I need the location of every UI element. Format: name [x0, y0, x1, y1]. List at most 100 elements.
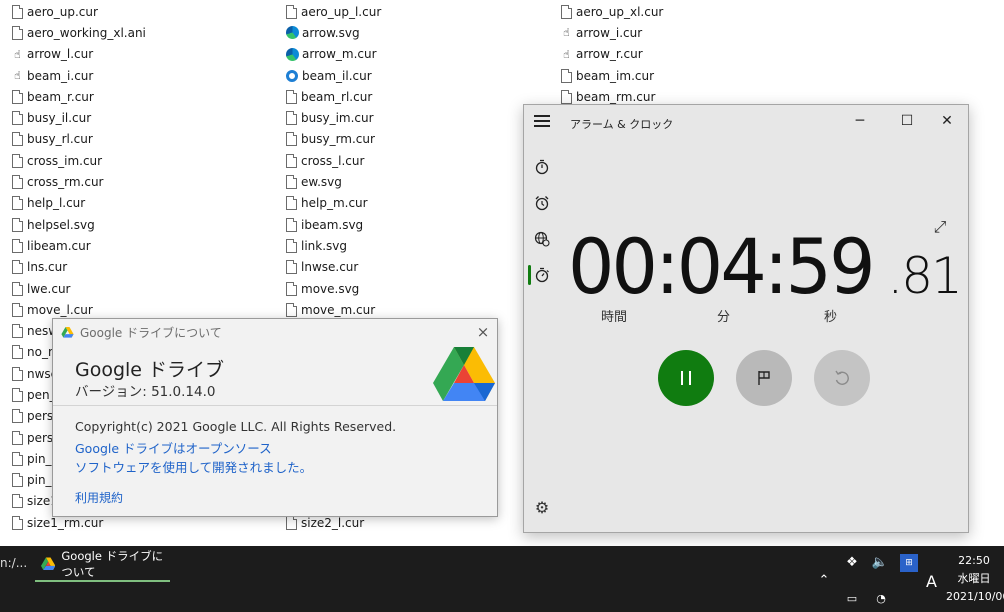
file-item[interactable]: aero_working_xl.ani	[12, 22, 146, 43]
edge-file-icon	[286, 47, 299, 61]
clock-time: 22:50	[958, 554, 990, 567]
file-item[interactable]: busy_rl.cur	[12, 129, 146, 150]
file-name: busy_im.cur	[301, 111, 374, 126]
alarms-clock-window: アラーム & クロック ─ ☐ ✕ ⤢ 00:04:59 .81 時間 分 秒 …	[523, 104, 969, 533]
file-name: cross_im.cur	[27, 153, 103, 168]
file-item[interactable]: ibeam.svg	[286, 214, 381, 235]
file-item[interactable]: cross_l.cur	[286, 150, 381, 171]
nav-timer[interactable]	[524, 149, 560, 185]
document-icon	[286, 281, 297, 296]
dialog-titlebar: Google ドライブについて	[53, 319, 497, 345]
document-icon	[12, 238, 23, 253]
file-name: beam_rl.cur	[301, 89, 373, 104]
file-item[interactable]: beam_r.cur	[12, 86, 146, 107]
file-item[interactable]: helpsel.svg	[12, 214, 146, 235]
file-item[interactable]: arrow_m.cur	[286, 44, 381, 65]
document-icon	[12, 111, 23, 126]
file-item[interactable]: cross_im.cur	[12, 150, 146, 171]
document-icon	[286, 132, 297, 147]
google-drive-logo-icon	[433, 347, 495, 401]
hamburger-menu-icon[interactable]	[534, 115, 550, 127]
app-tray-icon[interactable]: ⊞	[900, 554, 918, 572]
file-item[interactable]: help_m.cur	[286, 193, 381, 214]
stopwatch-time-main: 00:04:59	[568, 222, 876, 311]
pause-icon	[681, 371, 691, 385]
document-icon	[286, 175, 297, 190]
file-item[interactable]: lnwse.cur	[286, 257, 381, 278]
file-item[interactable]: ☝ arrow_l.cur	[12, 44, 146, 65]
file-item[interactable]: beam_im.cur	[561, 65, 663, 86]
wifi-icon[interactable]: ◔	[872, 590, 890, 608]
lap-button[interactable]	[736, 350, 792, 406]
nav-alarm[interactable]	[524, 185, 560, 221]
nav-stopwatch[interactable]	[524, 257, 560, 293]
file-item[interactable]: aero_up_xl.cur	[561, 1, 663, 22]
battery-icon[interactable]: ▭	[843, 590, 861, 608]
file-item[interactable]: move.svg	[286, 278, 381, 299]
file-item[interactable]: lwe.cur	[12, 278, 146, 299]
taskbar-item-truncated[interactable]: n:/...	[0, 556, 27, 570]
stopwatch-time-fraction: .81	[887, 247, 963, 305]
google-drive-about-dialog: Google ドライブについて × Google ドライブ バージョン: 51.…	[52, 318, 498, 517]
file-item[interactable]: beam_rl.cur	[286, 86, 381, 107]
file-item[interactable]: ☝ beam_i.cur	[12, 65, 146, 86]
document-icon	[12, 302, 23, 317]
stopwatch-icon	[535, 267, 549, 283]
close-icon[interactable]: ×	[475, 324, 491, 340]
minimize-button[interactable]: ─	[840, 109, 880, 133]
file-name: arrow.svg	[302, 25, 360, 40]
close-button[interactable]: ✕	[927, 109, 967, 133]
settings-gear-icon[interactable]: ⚙	[532, 498, 552, 518]
document-icon	[12, 196, 23, 211]
taskbar-item-google-drive[interactable]: Google ドライブについて	[35, 546, 170, 582]
clock-weekday: 水曜日	[957, 572, 991, 585]
chevron-up-icon[interactable]: ⌃	[815, 572, 833, 590]
open-source-link-line2[interactable]: ソフトウェアを使用して開発されました。	[75, 457, 312, 476]
file-name: aero_working_xl.ani	[27, 25, 146, 40]
file-name: arrow_l.cur	[27, 47, 94, 62]
terms-of-service-link[interactable]: 利用規約	[75, 489, 123, 506]
nav-world-clock[interactable]	[524, 221, 560, 257]
file-column-3: aero_up_xl.cur ☝ arrow_i.cur ☝ arrow_r.curbe…	[561, 1, 663, 107]
file-item[interactable]: arrow.svg	[286, 22, 381, 43]
document-icon	[12, 451, 23, 466]
document-icon	[286, 238, 297, 253]
document-icon	[286, 89, 297, 104]
file-item[interactable]: busy_rm.cur	[286, 129, 381, 150]
cursor-file-icon: ☝	[563, 47, 570, 61]
file-name: lns.cur	[27, 260, 68, 275]
file-item[interactable]: cross_rm.cur	[12, 171, 146, 192]
cursor-file-icon: ☝	[14, 69, 21, 83]
file-name: arrow_r.cur	[576, 47, 643, 62]
file-name: beam_r.cur	[27, 89, 94, 104]
file-item[interactable]: ☝ arrow_r.cur	[561, 44, 663, 65]
document-icon	[286, 111, 297, 126]
file-item[interactable]: lns.cur	[12, 257, 146, 278]
dropbox-icon[interactable]: ❖	[843, 554, 861, 572]
pause-button[interactable]	[658, 350, 714, 406]
file-name: aero_up.cur	[27, 4, 98, 19]
unit-minutes-label: 分	[717, 310, 731, 325]
ime-indicator[interactable]: A	[926, 572, 937, 591]
document-icon	[12, 217, 23, 232]
file-item[interactable]: link.svg	[286, 235, 381, 256]
file-name: busy_rm.cur	[301, 132, 375, 147]
file-item[interactable]: aero_up.cur	[12, 1, 146, 22]
volume-icon[interactable]: 🔈	[871, 554, 889, 572]
file-item[interactable]: aero_up_l.cur	[286, 1, 381, 22]
file-item[interactable]: busy_im.cur	[286, 107, 381, 128]
document-icon	[12, 153, 23, 168]
file-item[interactable]: help_l.cur	[12, 193, 146, 214]
file-item[interactable]: beam_il.cur	[286, 65, 381, 86]
reset-button[interactable]	[814, 350, 870, 406]
open-source-link-line1[interactable]: Google ドライブはオープンソース	[75, 438, 272, 457]
file-item[interactable]: libeam.cur	[12, 235, 146, 256]
file-item[interactable]: ☝ arrow_i.cur	[561, 22, 663, 43]
app-version: バージョン: 51.0.14.0	[75, 384, 216, 400]
file-item[interactable]: busy_il.cur	[12, 107, 146, 128]
taskbar-clock[interactable]: 22:50 水曜日 2021/10/06	[946, 552, 1004, 606]
document-icon	[12, 324, 23, 339]
file-item[interactable]: ew.svg	[286, 171, 381, 192]
maximize-button[interactable]: ☐	[887, 109, 927, 133]
google-drive-logo-icon	[41, 557, 56, 571]
